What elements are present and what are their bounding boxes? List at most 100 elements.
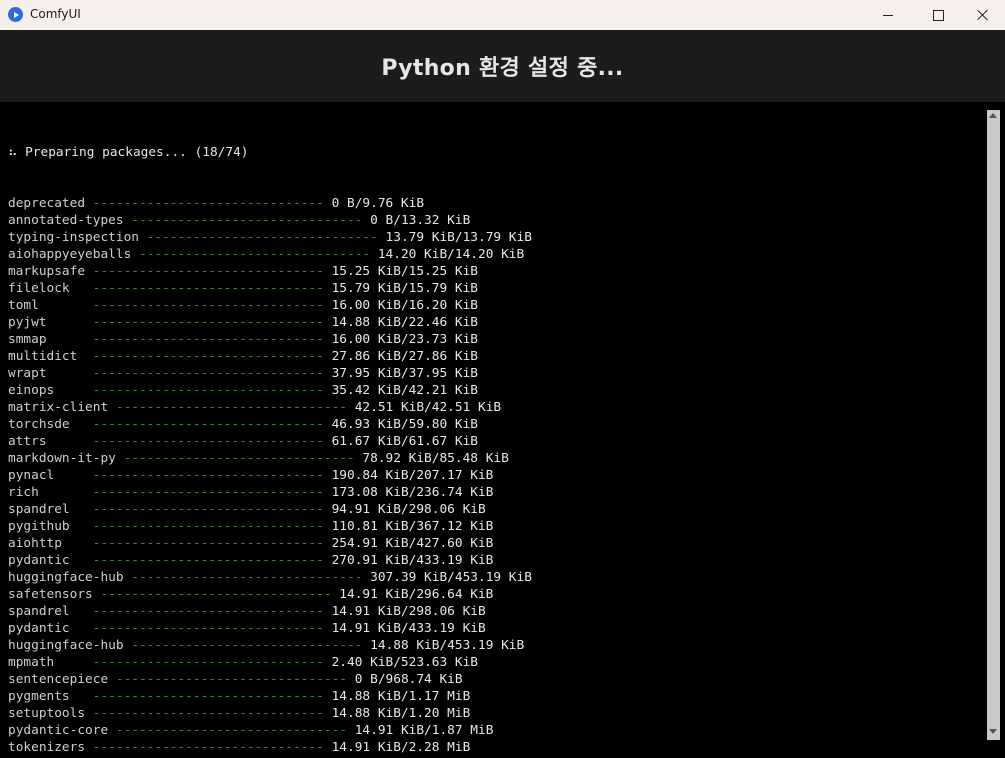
package-size: 16.00 KiB/23.73 KiB — [331, 332, 478, 347]
package-size: 15.25 KiB/15.25 KiB — [331, 264, 478, 279]
progress-bar: ------------------------------ — [46, 315, 332, 330]
package-size: 254.91 KiB/427.60 KiB — [331, 536, 494, 551]
package-name: tokenizers — [8, 740, 86, 755]
package-name: pygithub — [8, 519, 70, 534]
progress-bar: ------------------------------ — [69, 417, 332, 432]
package-row: markupsafe -----------------------------… — [8, 263, 532, 280]
scroll-down-icon[interactable] — [989, 729, 997, 734]
package-name: mpmath — [8, 655, 55, 670]
progress-bar: ------------------------------ — [54, 383, 332, 398]
terminal-scrollbar[interactable] — [983, 102, 1005, 758]
progress-bar: ------------------------------ — [85, 706, 332, 721]
package-size: 94.91 KiB/298.06 KiB — [331, 502, 486, 517]
package-row: deprecated -----------------------------… — [8, 195, 532, 212]
progress-bar: ------------------------------ — [138, 230, 386, 245]
package-row: toml ------------------------------ 16.0… — [8, 297, 532, 314]
package-name: wrapt — [8, 366, 47, 381]
package-name: sentencepiece — [8, 672, 109, 687]
package-size: 14.88 KiB/1.20 MiB — [331, 706, 471, 721]
package-size: 14.91 KiB/298.06 KiB — [331, 604, 486, 619]
package-size: 61.67 KiB/61.67 KiB — [331, 434, 478, 449]
package-row: filelock ------------------------------ … — [8, 280, 532, 297]
package-row: typing-inspection ----------------------… — [8, 229, 532, 246]
scroll-up-icon[interactable] — [989, 113, 997, 118]
package-name: pydantic-core — [8, 723, 109, 738]
package-name: deprecated — [8, 196, 86, 211]
progress-bar: ------------------------------ — [69, 281, 332, 296]
progress-bar: ------------------------------ — [38, 485, 332, 500]
terminal-output[interactable]: ⠦ Preparing packages... (18/74) deprecat… — [0, 102, 983, 758]
package-size: 14.91 KiB/2.28 MiB — [331, 740, 471, 755]
package-row: safetensors ----------------------------… — [8, 586, 532, 603]
package-name: pydantic — [8, 553, 70, 568]
package-name: pygments — [8, 689, 70, 704]
package-row: pynacl ------------------------------ 19… — [8, 467, 532, 484]
package-size: 46.93 KiB/59.80 KiB — [331, 417, 478, 432]
progress-bar: ------------------------------ — [123, 638, 371, 653]
package-row: einops ------------------------------ 35… — [8, 382, 532, 399]
package-size: 190.84 KiB/207.17 KiB — [331, 468, 494, 483]
package-name: pyjwt — [8, 315, 47, 330]
package-row: smmap ------------------------------ 16.… — [8, 331, 532, 348]
package-size: 14.88 KiB/1.17 MiB — [331, 689, 471, 704]
package-name: markupsafe — [8, 264, 86, 279]
title-bar[interactable]: ComfyUI — [0, 0, 1005, 30]
package-size: 14.91 KiB/296.64 KiB — [339, 587, 494, 602]
progress-bar: ------------------------------ — [85, 196, 332, 211]
maximize-button[interactable] — [915, 0, 961, 30]
package-name: pynacl — [8, 468, 55, 483]
progress-bar: ------------------------------ — [77, 349, 332, 364]
package-size: 14.88 KiB/22.46 KiB — [331, 315, 478, 330]
progress-bar: ------------------------------ — [54, 468, 332, 483]
package-row: aiohappyeyeballs -----------------------… — [8, 246, 532, 263]
close-icon — [977, 9, 989, 21]
package-size: 14.88 KiB/453.19 KiB — [370, 638, 525, 653]
package-size: 13.79 KiB/13.79 KiB — [385, 230, 532, 245]
package-name: attrs — [8, 434, 47, 449]
package-row: huggingface-hub ------------------------… — [8, 637, 532, 654]
package-row: pydantic ------------------------------ … — [8, 620, 532, 637]
progress-bar: ------------------------------ — [123, 570, 371, 585]
package-name: huggingface-hub — [8, 638, 124, 653]
progress-bar: ------------------------------ — [108, 723, 355, 738]
progress-bar: ------------------------------ — [108, 672, 355, 687]
package-row: huggingface-hub ------------------------… — [8, 569, 532, 586]
progress-bar: ------------------------------ — [69, 604, 332, 619]
progress-bar: ------------------------------ — [108, 400, 355, 415]
package-row: attrs ------------------------------ 61.… — [8, 433, 532, 450]
package-name: markdown-it-py — [8, 451, 116, 466]
package-name: torchsde — [8, 417, 70, 432]
package-row: pygments ------------------------------ … — [8, 688, 532, 705]
package-row: torchsde ------------------------------ … — [8, 416, 532, 433]
package-size: 110.81 KiB/367.12 KiB — [331, 519, 494, 534]
package-name: huggingface-hub — [8, 570, 124, 585]
package-row: sentencepiece --------------------------… — [8, 671, 532, 688]
package-row: matrix-client --------------------------… — [8, 399, 532, 416]
progress-bar: ------------------------------ — [69, 689, 332, 704]
package-row: tokenizers -----------------------------… — [8, 739, 532, 756]
package-name: pydantic — [8, 621, 70, 636]
package-size: 35.42 KiB/42.21 KiB — [331, 383, 478, 398]
progress-bar: ------------------------------ — [92, 587, 340, 602]
package-name: smmap — [8, 332, 47, 347]
progress-bar: ------------------------------ — [38, 298, 332, 313]
package-row: pydantic ------------------------------ … — [8, 552, 532, 569]
package-row: spandrel ------------------------------ … — [8, 501, 532, 518]
package-name: aiohappyeyeballs — [8, 247, 132, 262]
package-size: 2.40 KiB/523.63 KiB — [331, 655, 478, 670]
comfyui-logo-icon — [8, 7, 23, 22]
close-button[interactable] — [960, 0, 1005, 30]
progress-bar: ------------------------------ — [54, 655, 332, 670]
package-name: einops — [8, 383, 55, 398]
scroll-thumb[interactable] — [987, 110, 1000, 740]
package-name: matrix-client — [8, 400, 109, 415]
package-name: multidict — [8, 349, 78, 364]
progress-bar: ------------------------------ — [46, 434, 332, 449]
page-title: Python 환경 설정 중... — [381, 56, 624, 81]
app-window: ComfyUI Python 환경 설정 중... ⠦ Preparing pa… — [0, 0, 1005, 758]
package-size: 0 B/968.74 KiB — [354, 672, 463, 687]
minimize-button[interactable] — [865, 0, 911, 30]
package-size: 270.91 KiB/433.19 KiB — [331, 553, 494, 568]
package-row: pygithub ------------------------------ … — [8, 518, 532, 535]
progress-bar: ------------------------------ — [85, 740, 332, 755]
